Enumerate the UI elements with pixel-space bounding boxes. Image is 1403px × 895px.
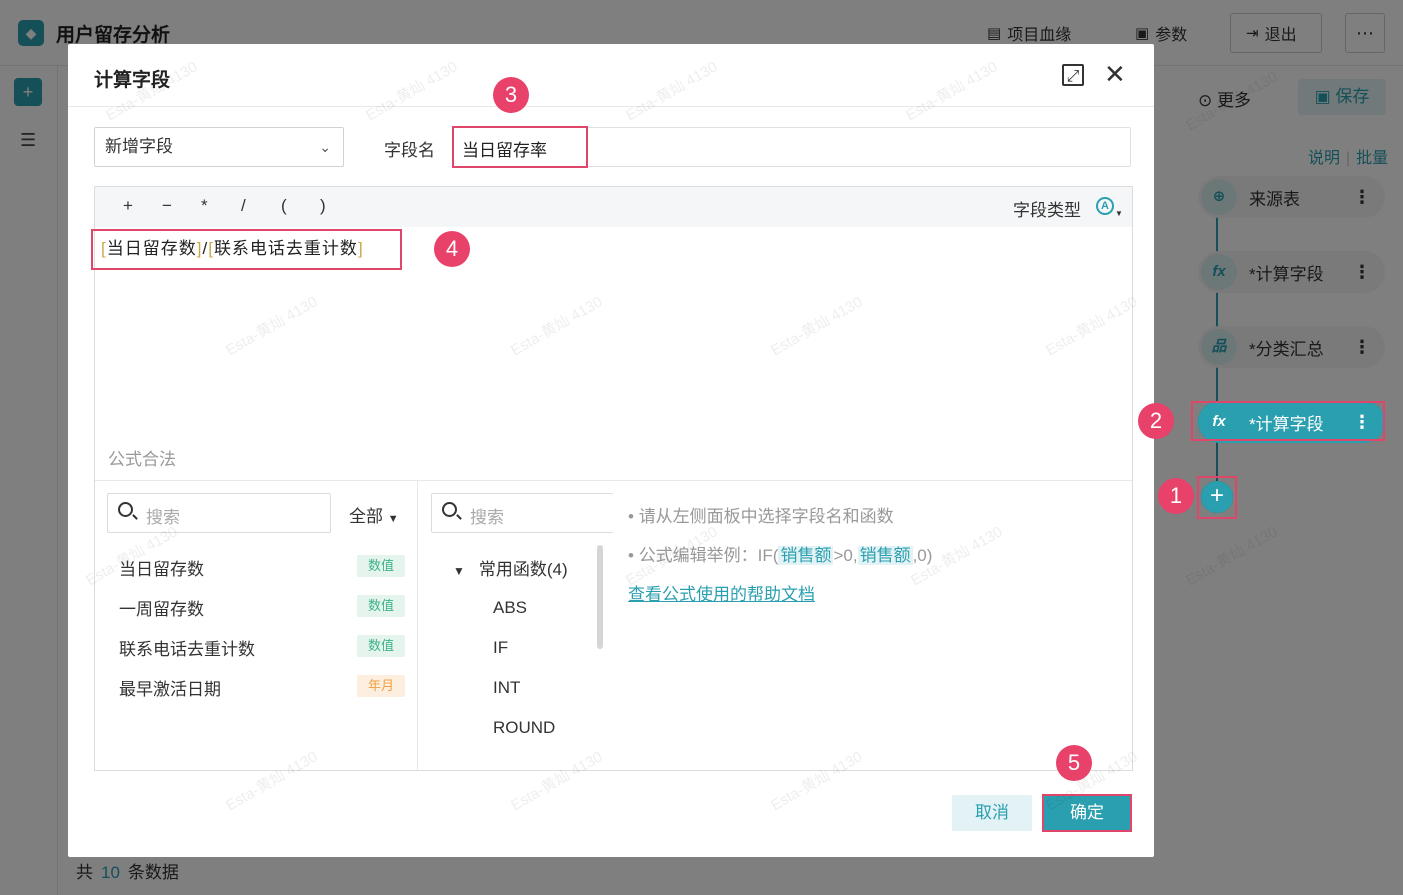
field-type-tag: 数值 <box>357 555 405 577</box>
function-search-input[interactable]: 搜索 <box>431 493 613 533</box>
help-example-prefix: 公式编辑举例：IF( <box>638 546 779 565</box>
validation-hint: 公式合法 <box>108 450 176 469</box>
help-example-suffix: ,0) <box>912 546 933 565</box>
caret-down-icon: ▼ <box>453 564 465 578</box>
search-placeholder: 搜索 <box>470 508 504 527</box>
function-item[interactable]: IF <box>493 638 508 658</box>
function-group-label: 常用函数(4) <box>478 560 568 579</box>
close-icon[interactable]: ✕ <box>1104 60 1126 88</box>
field-type-tag: 年月 <box>357 675 405 697</box>
function-item[interactable]: ROUND <box>493 718 555 738</box>
op-multiply-button[interactable]: * <box>201 196 208 216</box>
filter-label: 全部 <box>349 507 383 526</box>
function-item[interactable]: ABS <box>493 598 527 618</box>
step-badge-3: 3 <box>493 77 529 113</box>
step-badge-2: 2 <box>1138 403 1174 439</box>
field-type-tag: 数值 <box>357 635 405 657</box>
op-lparen-button[interactable]: ( <box>281 196 287 216</box>
op-rparen-button[interactable]: ) <box>320 196 326 216</box>
highlight-calc-node <box>1191 401 1385 441</box>
help-text-1: • 请从左侧面板中选择字段名和函数 <box>628 507 894 526</box>
text-type-icon[interactable]: A <box>1096 197 1114 215</box>
help-example-field: 销售额 <box>778 546 834 565</box>
panel-divider <box>95 480 1132 481</box>
panel-divider-vertical <box>417 480 418 770</box>
highlight-field-name <box>452 126 588 168</box>
op-minus-button[interactable]: − <box>162 196 172 216</box>
caret-down-icon: ▼ <box>387 513 399 525</box>
highlight-confirm <box>1042 794 1132 832</box>
field-mode-select[interactable]: 新增字段 ⌄ <box>94 127 344 167</box>
field-item[interactable]: 当日留存数 <box>119 555 204 580</box>
field-item[interactable]: 最早激活日期 <box>119 675 221 700</box>
help-line1: 请从左侧面板中选择字段名和函数 <box>638 507 894 526</box>
search-icon <box>118 502 133 517</box>
cancel-button[interactable]: 取消 <box>952 795 1032 831</box>
function-item[interactable]: INT <box>493 678 520 698</box>
help-text-2: • 公式编辑举例：IF(销售额 >0, 销售额 ,0) <box>628 546 933 565</box>
field-item[interactable]: 联系电话去重计数 <box>119 635 255 660</box>
field-mode-value: 新增字段 <box>105 137 173 156</box>
step-badge-1: 1 <box>1158 478 1194 514</box>
help-example-field: 销售额 <box>857 546 913 565</box>
caret-down-icon[interactable]: ▼ <box>1115 209 1123 218</box>
op-divide-button[interactable]: / <box>241 196 246 216</box>
step-badge-4: 4 <box>434 231 470 267</box>
search-icon <box>442 502 457 517</box>
formula-editor[interactable]: + − * / ( ) 字段类型 A ▼ [当日留存数]/[联系电话去重计数] … <box>94 186 1133 771</box>
field-name-label: 字段名 <box>384 141 435 160</box>
function-list-scrollbar[interactable] <box>597 545 603 649</box>
field-filter-dropdown[interactable]: 全部 ▼ <box>349 502 399 527</box>
highlight-add-node <box>1197 476 1237 519</box>
maximize-icon[interactable]: ⤢ <box>1062 64 1084 86</box>
dialog-title: 计算字段 <box>94 70 171 91</box>
step-badge-5: 5 <box>1056 745 1092 781</box>
chevron-down-icon: ⌄ <box>319 139 331 155</box>
op-plus-button[interactable]: + <box>123 196 133 216</box>
field-type-tag: 数值 <box>357 595 405 617</box>
function-group[interactable]: ▼ 常用函数(4) <box>453 555 568 580</box>
help-example-mid: >0, <box>833 546 858 565</box>
calc-field-dialog: 计算字段 ⤢ ✕ 新增字段 ⌄ 字段名 当日留存率 + − * / ( ) 字段… <box>68 44 1154 857</box>
help-doc-link[interactable]: 查看公式使用的帮助文档 <box>628 580 815 605</box>
dialog-divider <box>68 106 1154 107</box>
field-type-label: 字段类型 <box>1013 201 1081 220</box>
search-placeholder: 搜索 <box>146 508 180 527</box>
operator-toolbar: + − * / ( ) 字段类型 A ▼ <box>95 187 1132 227</box>
field-item[interactable]: 一周留存数 <box>119 595 204 620</box>
highlight-formula <box>91 229 402 270</box>
field-search-input[interactable]: 搜索 <box>107 493 331 533</box>
